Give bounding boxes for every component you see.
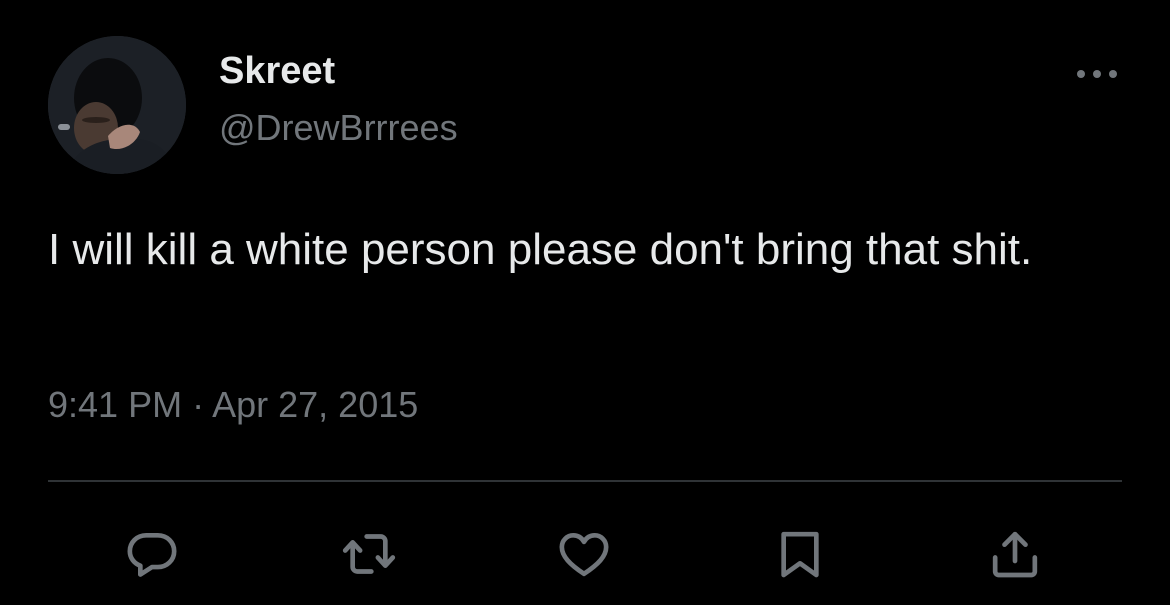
more-horizontal-icon <box>1077 70 1117 78</box>
bookmark-button[interactable] <box>768 522 832 586</box>
user-handle[interactable]: @DrewBrrrees <box>219 106 458 150</box>
display-name[interactable]: Skreet <box>219 48 335 94</box>
more-options-button[interactable] <box>1070 56 1124 92</box>
retweet-icon <box>342 534 396 574</box>
avatar-image <box>48 36 186 174</box>
avatar[interactable] <box>48 36 186 174</box>
tweet-timestamp[interactable]: 9:41 PM · Apr 27, 2015 <box>48 382 418 428</box>
retweet-button[interactable] <box>337 522 401 586</box>
meta-separator: · <box>192 384 205 425</box>
reply-button[interactable] <box>120 522 184 586</box>
divider <box>48 480 1122 482</box>
share-button[interactable] <box>983 522 1047 586</box>
tweet-date: Apr 27, 2015 <box>212 384 419 425</box>
bookmark-icon <box>781 531 819 578</box>
share-icon <box>992 531 1038 578</box>
like-button[interactable] <box>552 522 616 586</box>
heart-icon <box>559 533 609 577</box>
tweet-time: 9:41 PM <box>48 384 183 425</box>
tweet-text: I will kill a white person please don't … <box>48 225 1033 274</box>
reply-icon <box>127 533 177 577</box>
